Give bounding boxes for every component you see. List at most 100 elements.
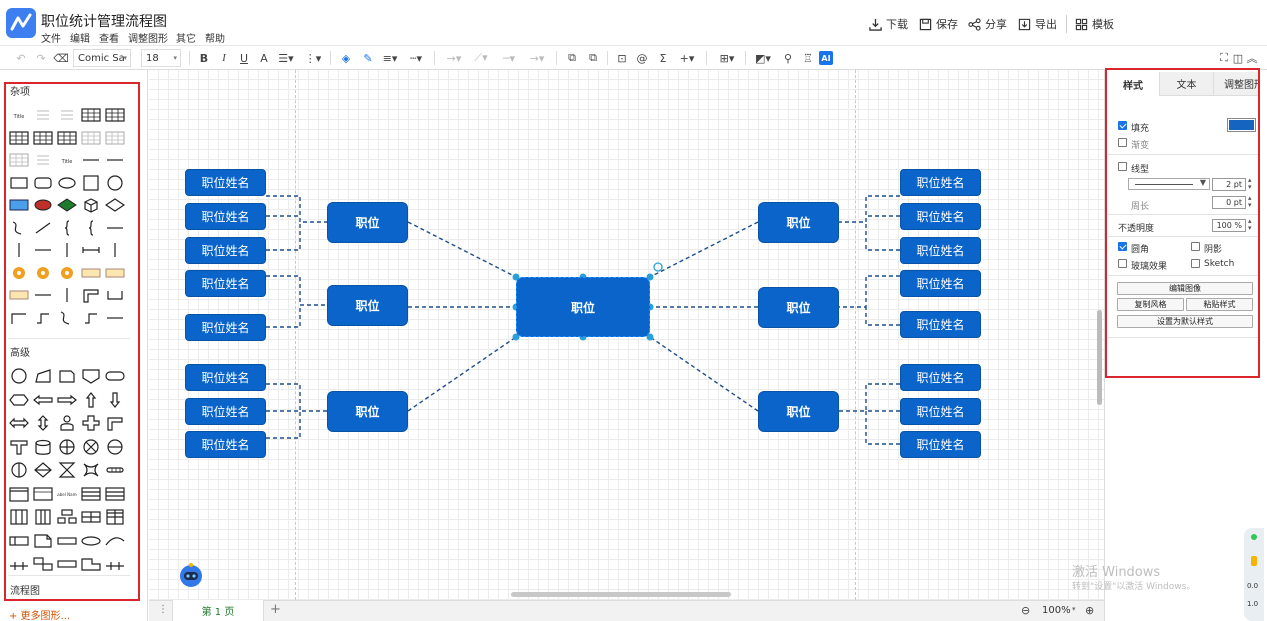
export-icon bbox=[1018, 18, 1031, 30]
leaf-node[interactable]: 职位姓名 bbox=[185, 237, 266, 264]
leaf-node[interactable]: 职位姓名 bbox=[185, 431, 266, 458]
leaf-node[interactable]: 职位姓名 bbox=[900, 311, 981, 338]
waypoints-icon[interactable]: ⟋▾ bbox=[470, 49, 492, 67]
menu-arrange[interactable]: 调整图形 bbox=[128, 30, 168, 45]
mid-node[interactable]: 职位 bbox=[758, 287, 839, 328]
leaf-node[interactable]: 职位姓名 bbox=[900, 237, 981, 264]
format-panel-highlight-frame bbox=[1105, 68, 1260, 378]
document-title[interactable]: 职位统计管理流程图 bbox=[41, 11, 167, 31]
zoom-in-icon[interactable]: ⊕ bbox=[1085, 604, 1094, 617]
network-speed-widget[interactable]: 0.0 1.0 bbox=[1244, 528, 1264, 621]
page-menu-icon[interactable]: ⋮ bbox=[158, 604, 168, 615]
shirt-icon[interactable]: ♖ bbox=[800, 49, 816, 67]
zoom-dropdown-icon[interactable]: ▾ bbox=[1072, 605, 1076, 613]
fill-color-icon[interactable]: ◈ bbox=[338, 49, 354, 67]
toolbar-divider bbox=[434, 51, 435, 65]
image-icon[interactable]: ⊡ bbox=[614, 49, 630, 67]
zoom-out-icon[interactable]: ⊖ bbox=[1021, 604, 1030, 617]
robot-assistant-icon[interactable] bbox=[178, 562, 204, 588]
menu-file[interactable]: 文件 bbox=[41, 30, 61, 45]
horizontal-scrollbar[interactable] bbox=[511, 592, 731, 597]
formula-icon[interactable]: Σ bbox=[655, 49, 671, 67]
to-front-icon[interactable]: ⧉ bbox=[564, 49, 580, 67]
ai-button[interactable]: AI bbox=[819, 51, 833, 65]
mid-node[interactable]: 职位 bbox=[327, 391, 408, 432]
zoom-level[interactable]: 100% bbox=[1042, 605, 1071, 616]
font-color-icon[interactable]: A bbox=[257, 49, 271, 67]
export-button[interactable]: 导出 bbox=[1018, 14, 1057, 34]
vertical-scrollbar[interactable] bbox=[1097, 310, 1102, 405]
collapse-icon[interactable]: ︽ bbox=[1246, 49, 1258, 67]
leaf-node[interactable]: 职位姓名 bbox=[185, 364, 266, 391]
center-node[interactable]: 职位 bbox=[516, 277, 650, 337]
leaf-node[interactable]: 职位姓名 bbox=[185, 314, 266, 341]
mid-node[interactable]: 职位 bbox=[758, 391, 839, 432]
pin-icon[interactable]: ⚲ bbox=[780, 49, 796, 67]
to-back-icon[interactable]: ⧉ bbox=[585, 49, 601, 67]
leaf-node[interactable]: 职位姓名 bbox=[185, 203, 266, 230]
activation-watermark-subtitle: 转到"设置"以激活 Windows。 bbox=[1072, 582, 1196, 592]
mid-node[interactable]: 职位 bbox=[327, 285, 408, 326]
speed-value-1: 0.0 bbox=[1247, 582, 1259, 590]
more-vertical-icon[interactable]: ⋮▾ bbox=[305, 49, 322, 67]
line-end-icon[interactable]: →▾ bbox=[526, 49, 548, 67]
save-icon bbox=[919, 18, 932, 30]
redo-icon[interactable]: ↷ bbox=[34, 49, 48, 67]
menu-edit[interactable]: 编辑 bbox=[70, 30, 90, 45]
align-icon[interactable]: ☰▾ bbox=[275, 49, 297, 67]
connector-icon[interactable]: →▾ bbox=[443, 49, 465, 67]
download-button[interactable]: 下载 bbox=[869, 14, 908, 34]
format-painter-icon[interactable]: ⌫ bbox=[53, 49, 69, 67]
insert-icon[interactable]: +▾ bbox=[677, 49, 697, 67]
leaf-node[interactable]: 职位姓名 bbox=[900, 270, 981, 297]
app-header: 职位统计管理流程图 文件 编辑 查看 调整图形 其它 帮助 下载 保存 分享 导… bbox=[0, 0, 1267, 45]
add-page-icon[interactable]: + bbox=[270, 602, 281, 617]
download-icon bbox=[869, 18, 882, 31]
leaf-node[interactable]: 职位姓名 bbox=[900, 169, 981, 196]
line-start-icon[interactable]: ─▾ bbox=[498, 49, 520, 67]
status-dot-icon bbox=[1251, 534, 1257, 540]
more-shapes-link[interactable]: + 更多图形... bbox=[9, 607, 70, 621]
mid-node[interactable]: 职位 bbox=[327, 202, 408, 243]
line-width-icon[interactable]: ≡▾ bbox=[380, 49, 400, 67]
font-size-select[interactable]: 18 ▾ bbox=[141, 49, 181, 67]
shape-panel-highlight-frame bbox=[4, 82, 140, 601]
leaf-node[interactable]: 职位姓名 bbox=[900, 203, 981, 230]
leaf-node[interactable]: 职位姓名 bbox=[900, 431, 981, 458]
menu-view[interactable]: 查看 bbox=[99, 30, 119, 45]
edit-shape-icon[interactable]: ◩▾ bbox=[752, 49, 774, 67]
leaf-node[interactable]: 职位姓名 bbox=[900, 364, 981, 391]
leaf-node[interactable]: 职位姓名 bbox=[185, 398, 266, 425]
leaf-node[interactable]: 职位姓名 bbox=[185, 270, 266, 297]
bold-icon[interactable]: B bbox=[197, 49, 211, 67]
template-button[interactable]: 模板 bbox=[1075, 14, 1114, 34]
activation-watermark-title: 激活 Windows bbox=[1072, 565, 1161, 580]
italic-icon[interactable]: I bbox=[217, 49, 231, 67]
speed-value-2: 1.0 bbox=[1247, 600, 1259, 608]
menu-extras[interactable]: 其它 bbox=[176, 30, 196, 45]
toolbar-divider bbox=[556, 51, 557, 65]
undo-icon[interactable]: ↶ bbox=[14, 49, 28, 67]
panel-toggle-icon[interactable]: ◫ bbox=[1232, 49, 1244, 67]
leaf-node[interactable]: 职位姓名 bbox=[185, 169, 266, 196]
share-button[interactable]: 分享 bbox=[968, 14, 1007, 34]
page-tab-1[interactable]: 第 1 页 bbox=[172, 600, 264, 621]
toolbar-divider bbox=[745, 51, 746, 65]
font-family-select[interactable]: Comic Sa ▾ bbox=[73, 49, 131, 67]
template-label: 模板 bbox=[1092, 18, 1114, 31]
fullscreen-icon[interactable]: ⛶ bbox=[1218, 49, 1230, 67]
save-button[interactable]: 保存 bbox=[919, 14, 958, 34]
link-icon[interactable]: @ bbox=[634, 49, 650, 67]
save-label: 保存 bbox=[936, 18, 958, 31]
menu-help[interactable]: 帮助 bbox=[205, 30, 225, 45]
line-style-icon[interactable]: ┄▾ bbox=[405, 49, 427, 67]
table-icon[interactable]: ⊞▾ bbox=[716, 49, 738, 67]
page-bar bbox=[149, 600, 1104, 621]
underline-icon[interactable]: U bbox=[237, 49, 251, 67]
format-toolbar: ↶ ↷ ⌫ Comic Sa ▾ 18 ▾ B I U A ☰▾ ⋮▾ ◈ ✎ ≡▾… bbox=[0, 45, 1267, 70]
app-logo-icon bbox=[6, 8, 36, 38]
leaf-node[interactable]: 职位姓名 bbox=[900, 398, 981, 425]
line-color-icon[interactable]: ✎ bbox=[360, 49, 376, 67]
mid-node[interactable]: 职位 bbox=[758, 202, 839, 243]
toolbar-divider bbox=[706, 51, 707, 65]
